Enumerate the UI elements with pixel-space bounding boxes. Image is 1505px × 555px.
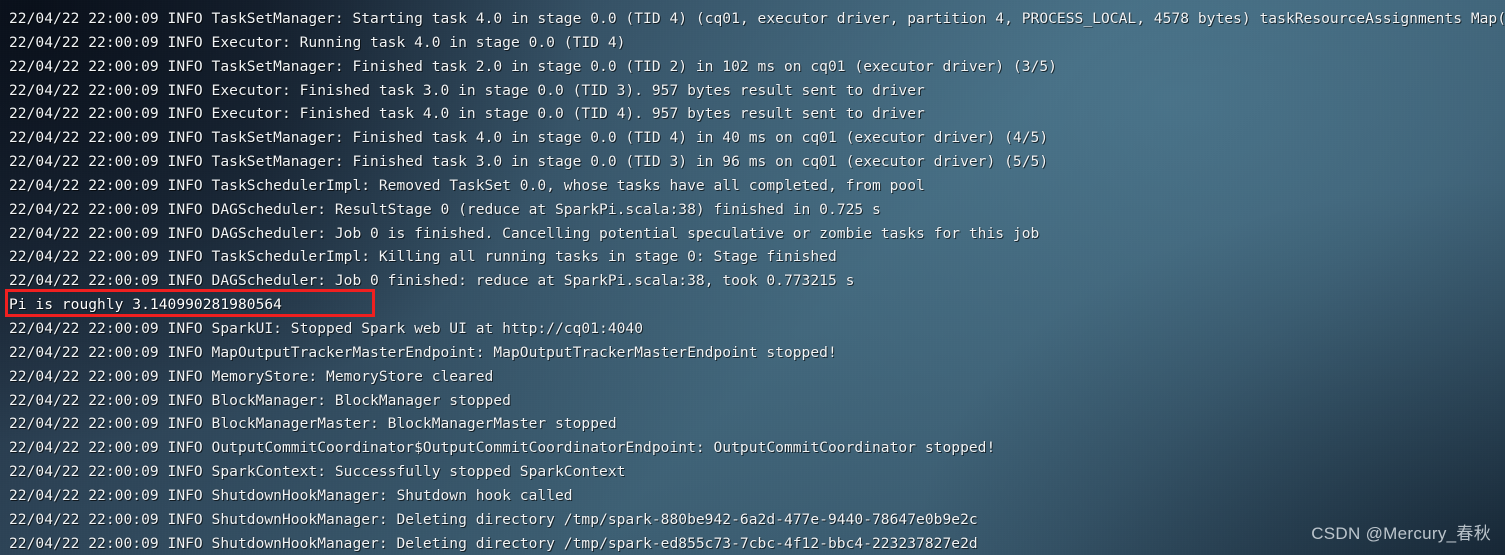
- log-line: 22/04/22 22:00:09 INFO BlockManagerMaste…: [9, 415, 617, 433]
- csdn-watermark: CSDN @Mercury_春秋: [1311, 524, 1491, 543]
- log-line: 22/04/22 22:00:09 INFO OutputCommitCoord…: [9, 439, 996, 457]
- log-line: 22/04/22 22:00:09 INFO TaskSetManager: F…: [9, 129, 1049, 147]
- terminal-window[interactable]: 22/04/22 22:00:09 INFO TaskSetManager: S…: [0, 0, 1505, 555]
- log-line: 22/04/22 22:00:09 INFO TaskSetManager: F…: [9, 153, 1049, 171]
- log-line: 22/04/22 22:00:09 INFO BlockManager: Blo…: [9, 391, 511, 409]
- log-line: 22/04/22 22:00:09 INFO Executor: Finishe…: [9, 105, 925, 123]
- log-line: 22/04/22 22:00:09 INFO SparkContext: Suc…: [9, 463, 626, 481]
- log-line: 22/04/22 22:00:09 INFO TaskSetManager: F…: [9, 57, 1057, 75]
- log-output: 22/04/22 22:00:09 INFO TaskSetManager: S…: [0, 0, 1505, 555]
- log-line: 22/04/22 22:00:09 INFO TaskSchedulerImpl…: [9, 176, 925, 194]
- log-line: 22/04/22 22:00:09 INFO DAGScheduler: Job…: [9, 272, 855, 290]
- log-line: 22/04/22 22:00:09 INFO DAGScheduler: Res…: [9, 200, 881, 218]
- log-line-pi-result: Pi is roughly 3.140990281980564: [9, 296, 282, 314]
- log-line: 22/04/22 22:00:09 INFO ShutdownHookManag…: [9, 510, 978, 528]
- log-line: 22/04/22 22:00:09 INFO MemoryStore: Memo…: [9, 367, 494, 385]
- log-line: 22/04/22 22:00:09 INFO Executor: Finishe…: [9, 81, 925, 99]
- log-line: 22/04/22 22:00:09 INFO SparkUI: Stopped …: [9, 319, 644, 337]
- log-line: 22/04/22 22:00:09 INFO Executor: Running…: [9, 33, 626, 51]
- log-line: 22/04/22 22:00:09 INFO ShutdownHookManag…: [9, 534, 978, 552]
- log-line: 22/04/22 22:00:09 INFO TaskSetManager: S…: [9, 10, 1505, 27]
- log-line: 22/04/22 22:00:09 INFO DAGScheduler: Job…: [9, 224, 1040, 242]
- log-line: 22/04/22 22:00:09 INFO MapOutputTrackerM…: [9, 343, 837, 361]
- log-line: 22/04/22 22:00:09 INFO ShutdownHookManag…: [9, 486, 573, 504]
- log-line: 22/04/22 22:00:09 INFO TaskSchedulerImpl…: [9, 248, 837, 266]
